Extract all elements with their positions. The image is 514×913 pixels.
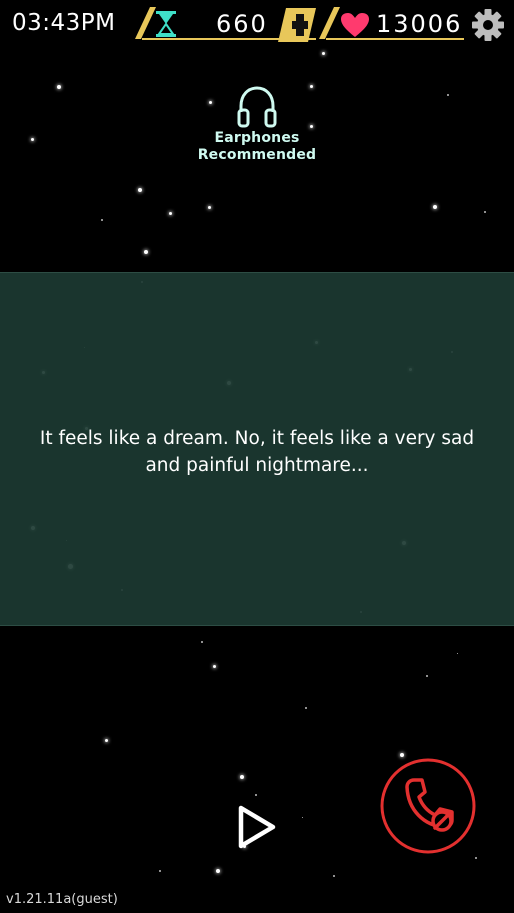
star bbox=[168, 211, 172, 215]
plus-icon[interactable] bbox=[278, 8, 316, 42]
star bbox=[57, 85, 61, 89]
star bbox=[216, 869, 220, 873]
star bbox=[305, 707, 307, 709]
star bbox=[201, 641, 203, 643]
play-icon[interactable] bbox=[232, 803, 280, 851]
star bbox=[212, 664, 216, 668]
star bbox=[456, 652, 458, 654]
time-currency-value: 660 bbox=[216, 10, 268, 38]
star bbox=[333, 875, 335, 877]
time-currency[interactable]: 660 bbox=[134, 4, 316, 42]
hourglass-icon bbox=[156, 11, 176, 37]
star bbox=[433, 205, 437, 209]
earphones-hint: Earphones Recommended bbox=[180, 82, 334, 164]
star bbox=[101, 219, 103, 221]
star bbox=[207, 205, 211, 209]
gear-icon[interactable] bbox=[471, 8, 505, 42]
star bbox=[447, 94, 449, 96]
headphones-icon bbox=[237, 86, 277, 128]
star bbox=[159, 870, 161, 872]
clock: 03:43PM bbox=[12, 10, 116, 36]
star bbox=[321, 51, 325, 55]
dialogue-text: It feels like a dream. No, it feels like… bbox=[39, 428, 475, 476]
end-call-button[interactable] bbox=[378, 756, 478, 856]
version-label: v1.21.11a(guest) bbox=[6, 892, 118, 907]
hearts-counter: 13006 bbox=[318, 4, 464, 42]
star bbox=[138, 188, 142, 192]
star bbox=[301, 816, 303, 818]
phone-hangup-icon bbox=[405, 778, 454, 832]
star bbox=[475, 857, 477, 859]
heart-icon bbox=[341, 13, 369, 37]
star bbox=[255, 794, 257, 796]
earphones-hint-line1: Earphones bbox=[214, 130, 300, 146]
dialogue-panel[interactable]: It feels like a dream. No, it feels like… bbox=[0, 272, 514, 626]
earphones-hint-line2: Recommended bbox=[197, 147, 317, 163]
star bbox=[30, 137, 34, 141]
star bbox=[484, 211, 486, 213]
star bbox=[144, 250, 148, 254]
star bbox=[240, 775, 244, 779]
hearts-value: 13006 bbox=[376, 10, 463, 38]
star bbox=[426, 675, 428, 677]
star bbox=[104, 738, 108, 742]
